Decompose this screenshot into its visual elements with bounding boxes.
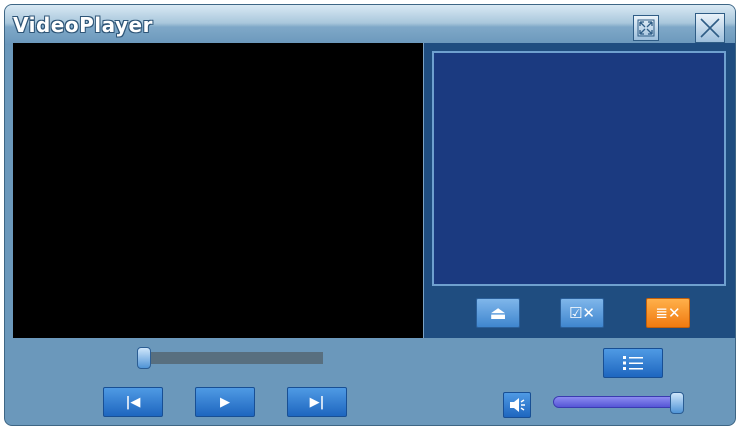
mute-button[interactable] [503, 392, 531, 418]
eject-icon: ⏏ [489, 302, 507, 324]
eject-button[interactable]: ⏏ [476, 298, 520, 328]
playlist-panel: ⏏ ☑✕ ≣✕ [423, 43, 735, 338]
playlist-box[interactable] [432, 51, 726, 286]
remove-checked-icon: ☑✕ [568, 304, 595, 322]
clear-list-icon: ≣✕ [655, 304, 681, 322]
next-button[interactable]: ▶| [287, 387, 347, 417]
volume-slider[interactable] [553, 396, 683, 408]
play-icon: ▶ [220, 394, 230, 410]
video-player-window: VideoPlayer ⏏ ☑✕ ≣✕ |◀ ▶ ▶| [4, 4, 736, 426]
play-button[interactable]: ▶ [195, 387, 255, 417]
maximize-icon [637, 19, 655, 37]
seek-thumb[interactable] [137, 347, 151, 369]
playlist-icon [623, 356, 643, 370]
speaker-icon [510, 398, 525, 412]
previous-button[interactable]: |◀ [103, 387, 163, 417]
clear-list-button[interactable]: ≣✕ [646, 298, 690, 328]
seek-bar[interactable] [143, 352, 323, 364]
next-icon: ▶| [309, 394, 325, 410]
window-title: VideoPlayer [13, 13, 153, 37]
maximize-button[interactable] [633, 15, 659, 41]
close-icon [700, 18, 720, 38]
close-button[interactable] [695, 13, 725, 43]
previous-icon: |◀ [125, 394, 141, 410]
volume-fill [554, 397, 676, 407]
remove-checked-button[interactable]: ☑✕ [560, 298, 604, 328]
title-bar[interactable]: VideoPlayer [5, 5, 735, 45]
playlist-toggle-button[interactable] [603, 348, 663, 378]
volume-thumb[interactable] [669, 392, 684, 414]
video-display-area[interactable] [13, 43, 423, 338]
